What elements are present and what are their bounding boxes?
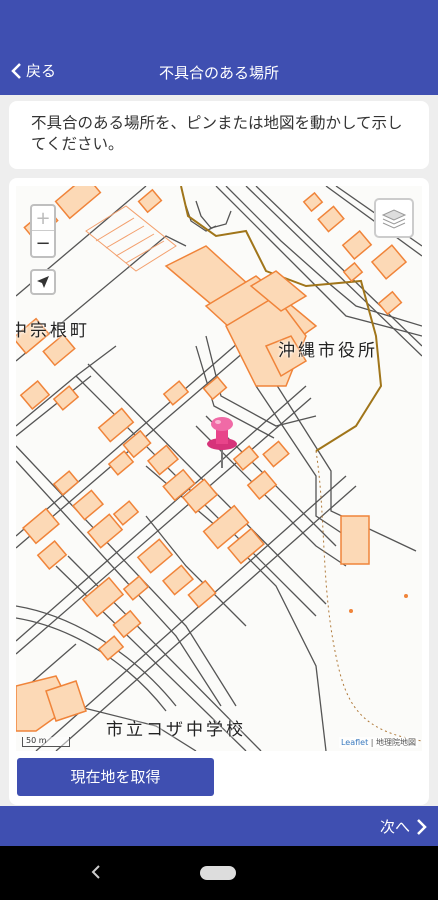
attribution-separator: |	[368, 738, 376, 747]
gsi-link[interactable]: 地理院地図	[376, 738, 416, 747]
map-scale: 50 m	[22, 737, 70, 747]
app-footer: 次へ	[0, 806, 438, 846]
next-label: 次へ	[379, 818, 410, 836]
map-label-city-hall: 沖縄市役所	[278, 341, 378, 361]
locate-button[interactable]	[30, 269, 56, 295]
map-view[interactable]: 中宗根町 沖縄市役所 市立コザ中学校 + − 50 m Leaflet | 地理…	[16, 186, 422, 751]
map-label-town: 中宗根町	[16, 321, 90, 341]
leaflet-link[interactable]: Leaflet	[341, 738, 368, 747]
map-attribution: Leaflet | 地理院地図	[338, 737, 418, 748]
map-label-school: 市立コザ中学校	[106, 720, 246, 740]
system-home-button[interactable]	[200, 866, 236, 880]
chevron-right-icon	[417, 818, 427, 835]
navigation-arrow-icon	[37, 276, 49, 288]
get-location-button[interactable]: 現在地を取得	[17, 758, 214, 796]
zoom-control: + −	[30, 204, 56, 258]
layers-icon	[381, 209, 407, 229]
instruction-card: 不具合のある場所を、ピンまたは地図を動かして示してください。	[9, 101, 429, 169]
location-pin-icon[interactable]	[204, 414, 240, 470]
zoom-in-button[interactable]: +	[32, 206, 54, 231]
system-nav-bar	[0, 846, 438, 900]
page-title: 不具合のある場所	[158, 64, 279, 82]
instruction-text: 不具合のある場所を、ピンまたは地図を動かして示してください。	[31, 114, 403, 153]
layers-button[interactable]	[374, 198, 414, 238]
map-card: 中宗根町 沖縄市役所 市立コザ中学校 + − 50 m Leaflet | 地理…	[9, 178, 429, 805]
next-button[interactable]: 次へ	[380, 816, 428, 837]
app-header: 戻る 不具合のある場所	[0, 0, 438, 95]
zoom-out-button[interactable]: −	[32, 231, 54, 256]
system-back-icon[interactable]	[90, 864, 102, 880]
